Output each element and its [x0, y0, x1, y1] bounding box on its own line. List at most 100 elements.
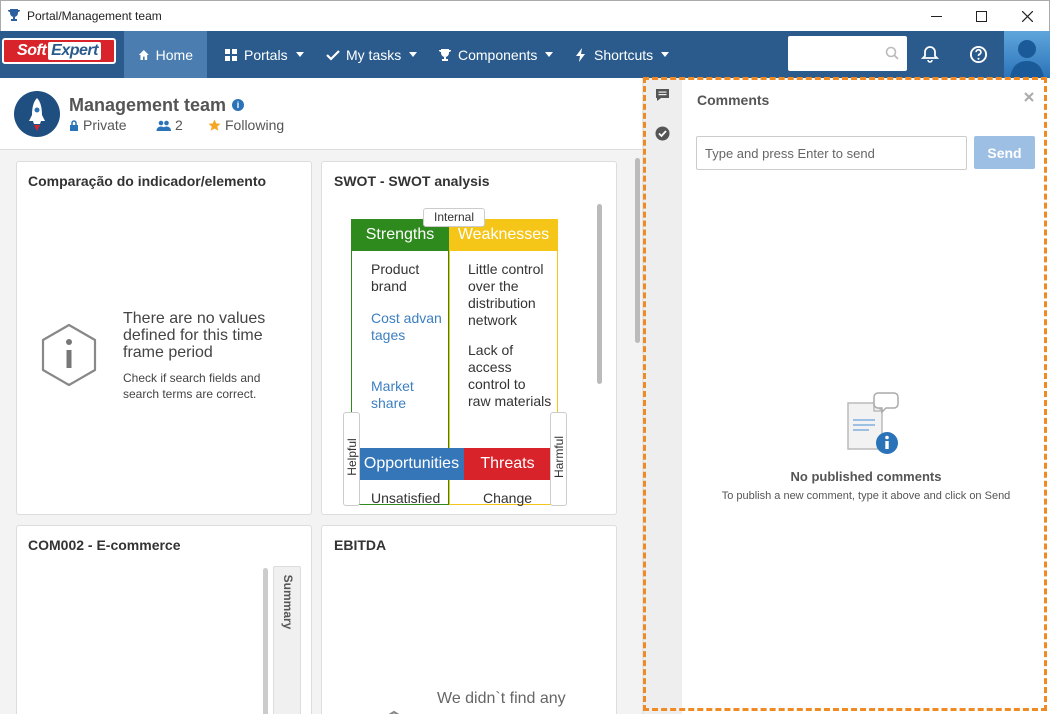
- members-label: 2: [175, 117, 183, 133]
- opportunity-item: Unsatisfied: [371, 490, 441, 506]
- search-input[interactable]: [788, 36, 907, 71]
- maximize-button[interactable]: [958, 1, 1004, 32]
- star-icon: [208, 119, 221, 131]
- chevron-down-icon: [295, 52, 304, 57]
- nav-shortcuts[interactable]: Shortcuts: [560, 31, 683, 78]
- nav-portals-label: Portals: [244, 46, 288, 63]
- nav-components[interactable]: Components: [424, 31, 567, 78]
- trophy-icon: [8, 9, 20, 21]
- window-titlebar: Portal/Management team: [0, 0, 1050, 31]
- following-label: Following: [225, 117, 285, 133]
- user-icon: [1010, 40, 1044, 78]
- harmful-label: Harmful: [550, 412, 567, 506]
- chevron-down-icon: [545, 52, 554, 57]
- nav-portals[interactable]: Portals: [210, 31, 318, 78]
- card-title: SWOT - SWOT analysis: [334, 173, 490, 189]
- nav-my-tasks-label: My tasks: [346, 46, 402, 63]
- comment-icon[interactable]: [655, 88, 670, 103]
- helpful-text: Helpful: [345, 438, 359, 476]
- info-icon[interactable]: i: [232, 99, 244, 111]
- close-window-button[interactable]: [1004, 1, 1050, 32]
- minimize-button[interactable]: [913, 1, 959, 32]
- search-icon: [885, 46, 899, 60]
- card-title: COM002 - E-commerce: [28, 537, 181, 553]
- check-circle-icon[interactable]: [655, 126, 670, 141]
- page-title: Management team: [69, 95, 227, 115]
- close-comments-button[interactable]: [1024, 89, 1034, 107]
- user-avatar[interactable]: [1004, 31, 1050, 78]
- empty-state-subtitle: To publish a new comment, type it above …: [721, 490, 1011, 502]
- trophy-icon: [439, 48, 451, 61]
- swot-scrollbar[interactable]: [597, 204, 602, 384]
- ebitda-card: EBITDA We didn`t find any: [321, 525, 617, 714]
- members-count[interactable]: 2: [156, 117, 183, 133]
- comment-input[interactable]: [696, 136, 967, 170]
- threats-header: Threats: [464, 448, 551, 480]
- nav-shortcuts-label: Shortcuts: [594, 46, 654, 63]
- chevron-down-icon: [409, 52, 418, 57]
- logo-expert-text: Expert: [48, 42, 101, 60]
- card-title: Comparação do indicador/elemento: [28, 173, 267, 189]
- send-button[interactable]: Send: [974, 136, 1035, 169]
- page-scrollbar[interactable]: [635, 158, 640, 343]
- lightning-icon: [576, 47, 585, 62]
- logo-soft-text: Soft: [17, 42, 47, 59]
- comments-main: Comments Send No published comments To p…: [682, 78, 1050, 714]
- close-icon: [1021, 11, 1033, 22]
- maximize-icon: [975, 11, 987, 22]
- help-button[interactable]: [966, 42, 990, 66]
- bell-icon: [921, 46, 939, 63]
- nav-home-label: Home: [155, 46, 193, 63]
- softexpert-logo[interactable]: Soft Expert: [2, 38, 116, 64]
- strength-item: Product brand: [371, 261, 420, 294]
- help-icon: [969, 45, 987, 63]
- strength-item: Cost advantages: [371, 310, 442, 343]
- no-comments-icon: [847, 392, 899, 454]
- opportunities-header: Opportunities: [359, 448, 464, 480]
- nav-components-label: Components: [458, 46, 538, 63]
- summary-tab-label: Summary: [281, 574, 295, 630]
- portal-content: Management team i Private 2 Following Co…: [0, 78, 642, 714]
- swot-card: SWOT - SWOT analysis Strengths Weaknesse…: [321, 161, 617, 515]
- lock-icon: [70, 119, 78, 131]
- harmful-text: Harmful: [552, 436, 566, 479]
- rocket-icon: [29, 98, 45, 131]
- info-hexagon-icon: [41, 323, 97, 387]
- card-title: EBITDA: [334, 537, 387, 553]
- ecommerce-scrollbar[interactable]: [263, 568, 268, 714]
- users-icon: [156, 120, 171, 131]
- strength-item: Market share: [371, 378, 414, 411]
- comments-panel: Comments Send No published comments To p…: [644, 78, 1050, 714]
- empty-state-title: No published comments: [790, 469, 942, 484]
- comments-title: Comments: [697, 92, 770, 108]
- summary-tab[interactable]: Summary: [273, 566, 301, 714]
- comments-sidebar: [644, 78, 682, 714]
- main-navbar: Soft Expert Home Portals My tasks Compone…: [0, 31, 1050, 78]
- indicator-card: Comparação do indicador/elemento There a…: [16, 161, 312, 515]
- portal-header: Management team i Private 2 Following: [0, 78, 642, 150]
- close-icon: [1024, 92, 1034, 102]
- nav-home[interactable]: Home: [124, 31, 207, 78]
- following-toggle[interactable]: Following: [208, 117, 284, 133]
- empty-state-subtitle: Check if search fields and search terms …: [123, 371, 261, 401]
- info-hexagon-icon: [388, 710, 400, 714]
- minimize-icon: [930, 15, 942, 17]
- empty-state-title: We didn`t find any: [437, 690, 566, 707]
- privacy-label: Private: [83, 117, 127, 133]
- portal-avatar: [14, 91, 60, 137]
- home-icon: [138, 49, 149, 60]
- chevron-down-icon: [661, 52, 670, 57]
- threat-item: Change: [483, 490, 533, 506]
- weakness-item: Lack of access control to raw materials: [468, 342, 552, 409]
- ecommerce-card: COM002 - E-commerce Summary: [16, 525, 312, 714]
- internal-label: Internal: [423, 208, 485, 227]
- grid-icon: [225, 48, 237, 61]
- privacy-status: Private: [69, 117, 127, 133]
- weakness-item: Little control over the distribution net…: [468, 261, 544, 328]
- notifications-button[interactable]: [918, 42, 942, 66]
- check-icon: [326, 49, 340, 61]
- nav-my-tasks[interactable]: My tasks: [312, 31, 431, 78]
- helpful-label: Helpful: [343, 412, 360, 506]
- window-title: Portal/Management team: [27, 9, 162, 23]
- empty-state-title: There are no values defined for this tim…: [123, 310, 266, 361]
